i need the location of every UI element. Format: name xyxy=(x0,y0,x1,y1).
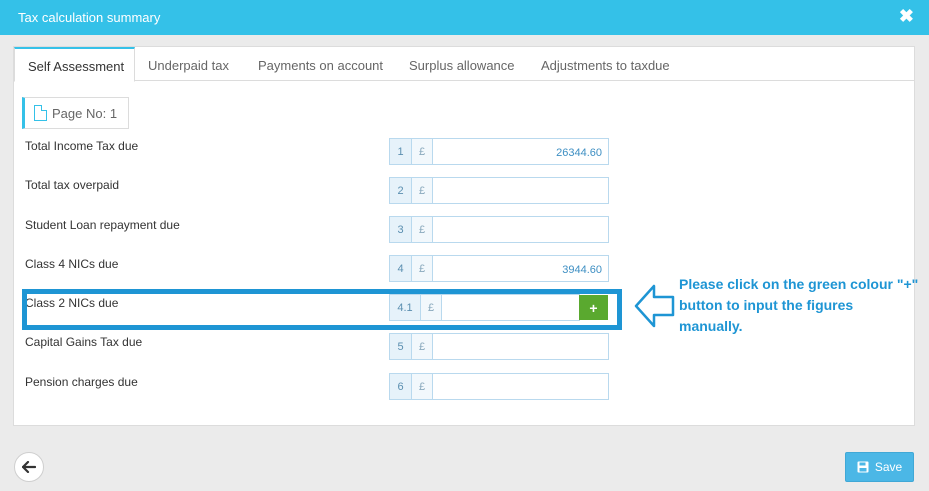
currency-symbol: £ xyxy=(412,374,433,399)
box-number: 1 xyxy=(390,139,412,164)
label-total-tax-overpaid: Total tax overpaid xyxy=(25,178,120,192)
label-total-income-tax-due: Total Income Tax due xyxy=(25,139,139,153)
label-student-loan-repayment-due: Student Loan repayment due xyxy=(25,218,180,232)
arrow-left-icon xyxy=(22,461,36,473)
dialog-title: Tax calculation summary xyxy=(18,10,161,25)
dialog-titlebar: Tax calculation summary ✖ xyxy=(0,0,929,35)
save-button[interactable]: Save xyxy=(845,452,914,482)
label-class-4-nics-due: Class 4 NICs due xyxy=(25,257,119,271)
tab-bar: Self Assessment Underpaid tax Payments o… xyxy=(14,47,914,82)
box-number: 4 xyxy=(390,256,412,281)
currency-symbol: £ xyxy=(412,217,433,242)
value-input[interactable] xyxy=(433,178,608,203)
tab-payments-on-account[interactable]: Payments on account xyxy=(258,47,383,81)
currency-symbol: £ xyxy=(412,139,433,164)
label-pension-charges-due: Pension charges due xyxy=(25,375,138,389)
floppy-disk-icon xyxy=(857,461,869,473)
page-number-label: Page No: 1 xyxy=(52,106,118,121)
value-input[interactable] xyxy=(433,334,608,359)
tab-self-assessment[interactable]: Self Assessment xyxy=(14,47,135,82)
box-number: 6 xyxy=(390,374,412,399)
currency-symbol: £ xyxy=(412,178,433,203)
field-total-tax-overpaid[interactable]: 2 £ xyxy=(389,177,609,204)
currency-symbol: £ xyxy=(412,334,433,359)
document-icon xyxy=(34,105,47,121)
value-input[interactable] xyxy=(433,217,608,242)
highlight-box xyxy=(22,289,622,330)
currency-symbol: £ xyxy=(412,256,433,281)
page-number-badge: Page No: 1 xyxy=(22,97,129,129)
field-capital-gains-tax-due[interactable]: 5 £ xyxy=(389,333,609,360)
tab-surplus-allowance[interactable]: Surplus allowance xyxy=(409,47,515,81)
box-number: 5 xyxy=(390,334,412,359)
save-button-label: Save xyxy=(874,460,903,474)
label-capital-gains-tax-due: Capital Gains Tax due xyxy=(25,335,143,349)
arrow-left-annotation-icon xyxy=(634,284,675,328)
annotation-note: Please click on the green colour "+" but… xyxy=(679,276,919,334)
close-icon[interactable]: ✖ xyxy=(899,6,914,26)
box-number: 2 xyxy=(390,178,412,203)
value-input[interactable]: 26344.60 xyxy=(433,139,608,164)
back-button[interactable] xyxy=(14,452,44,482)
value-input[interactable] xyxy=(433,374,608,399)
field-student-loan-repayment-due[interactable]: 3 £ xyxy=(389,216,609,243)
value-input[interactable]: 3944.60 xyxy=(433,256,608,281)
box-number: 3 xyxy=(390,217,412,242)
field-class-4-nics-due[interactable]: 4 £ 3944.60 xyxy=(389,255,609,282)
field-pension-charges-due[interactable]: 6 £ xyxy=(389,373,609,400)
tab-adjustments-to-taxdue[interactable]: Adjustments to taxdue xyxy=(541,47,670,81)
tab-underpaid-tax[interactable]: Underpaid tax xyxy=(148,47,229,81)
field-total-income-tax-due[interactable]: 1 £ 26344.60 xyxy=(389,138,609,165)
